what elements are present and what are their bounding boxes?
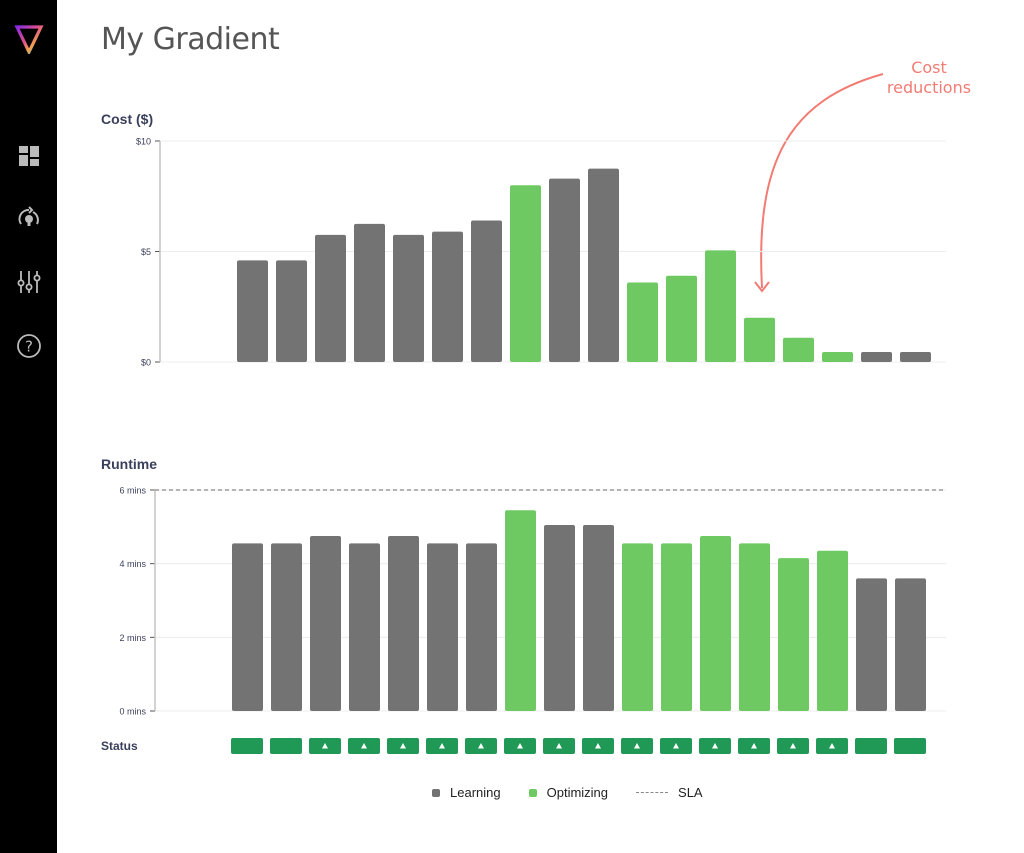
- runtime-bar: [739, 543, 770, 711]
- cost-bar: [276, 260, 307, 362]
- cost-bar: [432, 231, 463, 362]
- status-chip: [231, 738, 263, 754]
- cost-tick-label: $0: [141, 358, 151, 368]
- annotation-arrow: [760, 73, 884, 289]
- cost-bar: [393, 234, 424, 362]
- cost-bar: [744, 317, 775, 362]
- cost-bar: [315, 234, 346, 362]
- runtime-bar: [700, 536, 731, 711]
- cost-bar: [666, 275, 697, 362]
- cost-tick-label: $10: [136, 137, 151, 147]
- cost-bar: [822, 352, 853, 362]
- runtime-bar: [661, 543, 692, 711]
- cost-bar: [588, 168, 619, 362]
- runtime-tick-label: 6 mins: [119, 486, 146, 496]
- cost-bar: [354, 223, 385, 362]
- cost-bar: [900, 352, 931, 362]
- legend: Learning Optimizing SLA: [432, 785, 731, 800]
- runtime-bar: [232, 543, 263, 711]
- runtime-bar: [310, 536, 341, 711]
- optimizing-swatch: [528, 788, 537, 797]
- charts-canvas: $0 $5 $10 0 mins 2 mins 4 mins 6 mins: [119, 73, 946, 754]
- status-label: Status: [101, 739, 138, 753]
- runtime-bar: [583, 524, 614, 711]
- runtime-bar: [622, 543, 653, 711]
- sla-dash-swatch: [636, 792, 669, 793]
- runtime-tick-label: 4 mins: [119, 559, 146, 569]
- runtime-bar: [349, 543, 380, 711]
- legend-learning[interactable]: Learning: [432, 785, 501, 800]
- legend-sla[interactable]: SLA: [636, 785, 703, 800]
- runtime-bar: [895, 578, 926, 711]
- runtime-bar: [778, 558, 809, 711]
- legend-optimizing-label: Optimizing: [546, 785, 609, 800]
- status-chip: [894, 738, 926, 754]
- runtime-bar: [544, 524, 575, 711]
- legend-sla-label: SLA: [678, 785, 703, 800]
- cost-tick-label: $5: [141, 247, 151, 257]
- cost-bar: [705, 250, 736, 362]
- cost-bar: [783, 337, 814, 362]
- runtime-tick-label: 2 mins: [119, 633, 146, 643]
- runtime-bar: [271, 543, 302, 711]
- cost-bar: [510, 185, 541, 362]
- runtime-bar: [856, 578, 887, 711]
- runtime-bar: [505, 510, 536, 711]
- legend-optimizing[interactable]: Optimizing: [528, 785, 609, 800]
- cost-bar: [861, 352, 892, 362]
- status-chip: [855, 738, 887, 754]
- cost-bar: [237, 260, 268, 362]
- runtime-tick-label: 0 mins: [119, 707, 146, 717]
- status-chip: [270, 738, 302, 754]
- runtime-bar: [388, 536, 419, 711]
- learning-swatch: [432, 788, 440, 797]
- runtime-bar: [427, 543, 458, 711]
- runtime-bar: [466, 543, 497, 711]
- cost-bar: [627, 282, 658, 362]
- legend-learning-label: Learning: [450, 785, 501, 800]
- cost-bar: [471, 220, 502, 362]
- cost-bar: [549, 178, 580, 362]
- runtime-bar: [817, 550, 848, 711]
